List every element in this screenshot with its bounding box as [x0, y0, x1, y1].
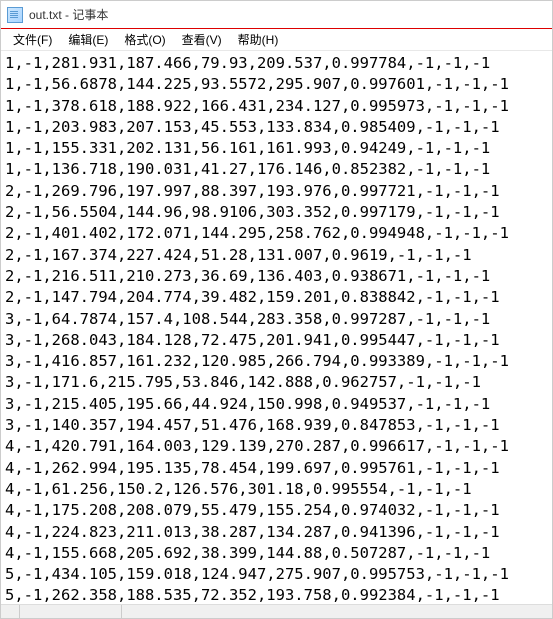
menu-bar: 文件(F) 编辑(E) 格式(O) 查看(V) 帮助(H) [1, 29, 552, 51]
text-line: 3,-1,416.857,161.232,120.985,266.794,0.9… [5, 351, 548, 372]
menu-file[interactable]: 文件(F) [5, 29, 60, 50]
text-line: 4,-1,61.256,150.2,126.576,301.18,0.99555… [5, 479, 548, 500]
text-line: 1,-1,155.331,202.131,56.161,161.993,0.94… [5, 138, 548, 159]
text-line: 1,-1,378.618,188.922,166.431,234.127,0.9… [5, 96, 548, 117]
text-line: 3,-1,171.6,215.795,53.846,142.888,0.9627… [5, 372, 548, 393]
text-area[interactable]: 1,-1,281.931,187.466,79.93,209.537,0.997… [1, 51, 552, 604]
text-line: 2,-1,56.5504,144.96,98.9106,303.352,0.99… [5, 202, 548, 223]
text-line: 4,-1,420.791,164.003,129.139,270.287,0.9… [5, 436, 548, 457]
text-line: 3,-1,215.405,195.66,44.924,150.998,0.949… [5, 394, 548, 415]
title-bar: out.txt - 记事本 [1, 1, 552, 29]
text-line: 5,-1,434.105,159.018,124.947,275.907,0.9… [5, 564, 548, 585]
window-title: out.txt - 记事本 [29, 6, 108, 23]
text-line: 4,-1,155.668,205.692,38.399,144.88,0.507… [5, 543, 548, 564]
text-line: 2,-1,401.402,172.071,144.295,258.762,0.9… [5, 223, 548, 244]
menu-help[interactable]: 帮助(H) [230, 29, 287, 50]
text-line: 2,-1,167.374,227.424,51.28,131.007,0.961… [5, 245, 548, 266]
text-line: 2,-1,269.796,197.997,88.397,193.976,0.99… [5, 181, 548, 202]
text-line: 3,-1,140.357,194.457,51.476,168.939,0.84… [5, 415, 548, 436]
text-line: 2,-1,216.511,210.273,36.69,136.403,0.938… [5, 266, 548, 287]
text-line: 3,-1,268.043,184.128,72.475,201.941,0.99… [5, 330, 548, 351]
menu-edit[interactable]: 编辑(E) [60, 29, 116, 50]
text-line: 1,-1,281.931,187.466,79.93,209.537,0.997… [5, 53, 548, 74]
status-bar [1, 604, 552, 618]
text-line: 1,-1,203.983,207.153,45.553,133.834,0.98… [5, 117, 548, 138]
text-line: 1,-1,136.718,190.031,41.27,176.146,0.852… [5, 159, 548, 180]
text-line: 4,-1,262.994,195.135,78.454,199.697,0.99… [5, 458, 548, 479]
notepad-icon [7, 7, 23, 23]
menu-format[interactable]: 格式(O) [116, 29, 173, 50]
menu-view[interactable]: 查看(V) [174, 29, 230, 50]
text-line: 1,-1,56.6878,144.225,93.5572,295.907,0.9… [5, 74, 548, 95]
text-line: 2,-1,147.794,204.774,39.482,159.201,0.83… [5, 287, 548, 308]
text-line: 4,-1,224.823,211.013,38.287,134.287,0.94… [5, 522, 548, 543]
text-line: 3,-1,64.7874,157.4,108.544,283.358,0.997… [5, 309, 548, 330]
text-line: 4,-1,175.208,208.079,55.479,155.254,0.97… [5, 500, 548, 521]
text-line: 5,-1,262.358,188.535,72.352,193.758,0.99… [5, 585, 548, 604]
